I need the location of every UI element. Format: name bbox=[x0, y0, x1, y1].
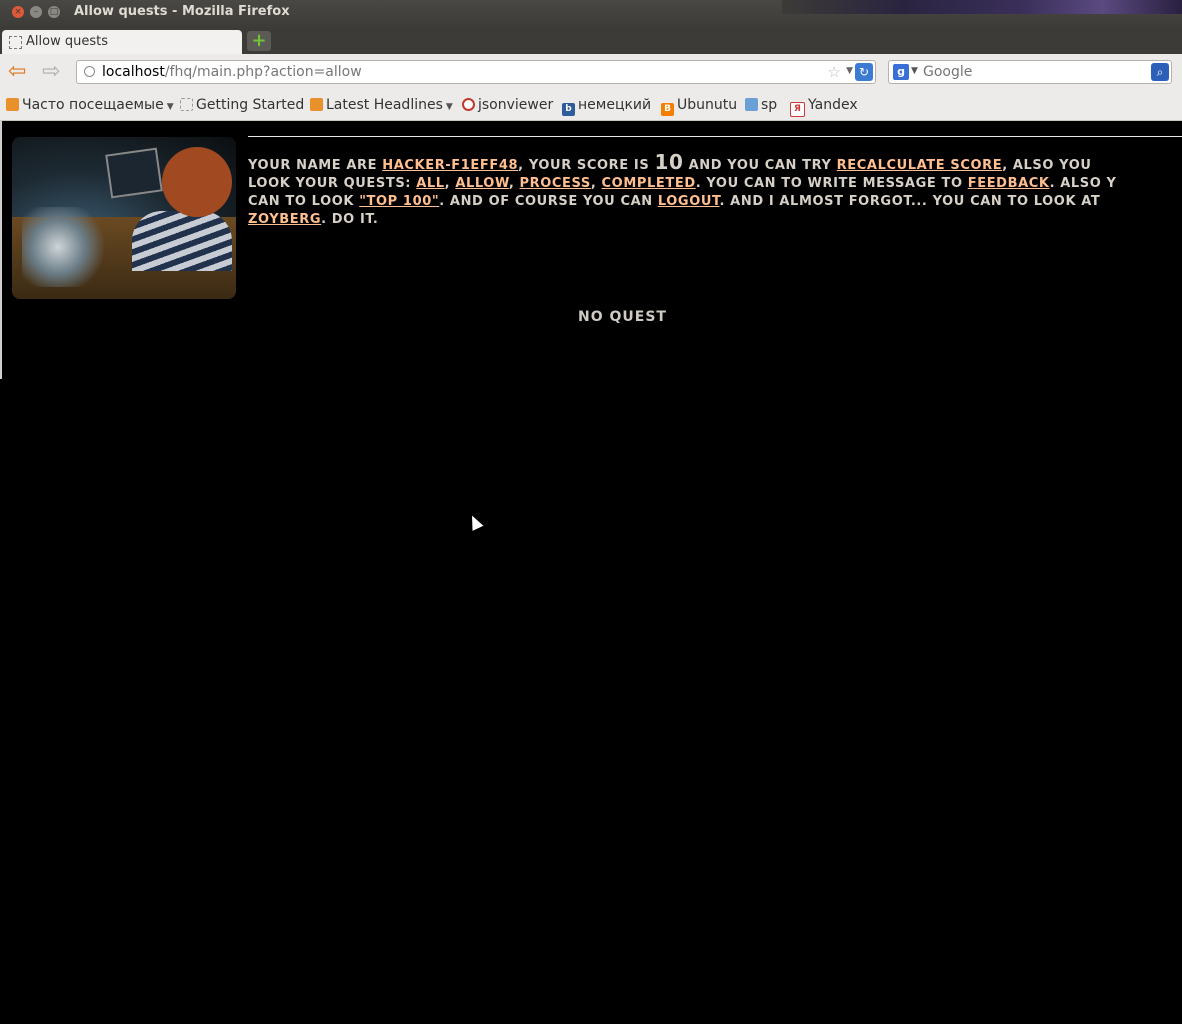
bookmark-label: Latest Headlines bbox=[326, 97, 443, 113]
username-link[interactable]: hacker-f1eff48 bbox=[382, 158, 518, 173]
text: look your quests: bbox=[248, 176, 417, 191]
recalculate-score-link[interactable]: recalculate score bbox=[837, 158, 1003, 173]
chevron-down-icon: ▼ bbox=[445, 102, 453, 112]
bookmark-label: Часто посещаемые bbox=[22, 97, 164, 113]
process-quests-link[interactable]: process bbox=[520, 176, 591, 191]
b-icon: b bbox=[562, 103, 575, 116]
tab-allow-quests[interactable]: Allow quests bbox=[2, 30, 242, 54]
photo-head bbox=[162, 147, 232, 217]
bookmark-sp[interactable]: sp bbox=[745, 97, 777, 113]
new-tab-button[interactable]: + bbox=[247, 31, 271, 51]
feedback-link[interactable]: feedback bbox=[968, 176, 1050, 191]
address-bar[interactable]: localhost/fhq/main.php?action=allow ☆ ▼ … bbox=[76, 60, 876, 84]
all-quests-link[interactable]: all bbox=[416, 176, 444, 191]
tab-label: Allow quests bbox=[26, 34, 108, 49]
history-dropdown-icon[interactable]: ▼ bbox=[846, 66, 853, 76]
text: Your name are bbox=[248, 158, 383, 173]
bookmark-yandex[interactable]: Я Yandex bbox=[790, 97, 858, 117]
page-icon bbox=[180, 98, 193, 111]
maximize-window-button[interactable]: □ bbox=[48, 6, 60, 18]
back-button[interactable]: ⇦ bbox=[8, 61, 26, 83]
text: . You can to write message to bbox=[695, 176, 968, 191]
text: , bbox=[444, 176, 456, 191]
search-icon[interactable]: ⌕ bbox=[1151, 63, 1169, 81]
photo-laptop bbox=[105, 147, 163, 199]
navigation-toolbar: ⇦ ⇨ localhost/fhq/main.php?action=allow … bbox=[0, 54, 1182, 93]
text: . Also y bbox=[1049, 176, 1117, 191]
bookmark-jsonviewer[interactable]: jsonviewer bbox=[462, 97, 553, 113]
completed-quests-link[interactable]: completed bbox=[602, 176, 696, 191]
text: . And I almost forgot... you can to look… bbox=[719, 194, 1101, 209]
url-host: localhost bbox=[102, 64, 165, 80]
chevron-down-icon: ▼ bbox=[166, 102, 174, 112]
minimize-window-button[interactable]: – bbox=[30, 6, 42, 18]
bookmark-star-icon[interactable]: ☆ bbox=[828, 63, 841, 81]
bookmark-label: sp bbox=[761, 97, 778, 113]
bookmark-getting-started[interactable]: Getting Started bbox=[180, 97, 304, 113]
info-line-4: zoyberg. Do it. bbox=[248, 211, 1182, 229]
text: can to look bbox=[248, 194, 360, 209]
yandex-icon: Я bbox=[790, 102, 805, 117]
mouse-cursor bbox=[466, 513, 484, 531]
bookmark-label: Ubunutu bbox=[677, 97, 738, 113]
logout-link[interactable]: logout bbox=[658, 194, 720, 209]
info-line-3: can to look "top 100". And of course you… bbox=[248, 193, 1182, 211]
bookmark-label: немецкий bbox=[578, 97, 652, 113]
window-titlebar: × – □ Allow quests - Mozilla Firefox bbox=[0, 0, 1182, 28]
text: . Do it. bbox=[321, 212, 379, 227]
bookmark-ubunutu[interactable]: B Ubunutu bbox=[661, 97, 737, 116]
window-title: Allow quests - Mozilla Firefox bbox=[74, 4, 290, 19]
info-line-1: Your name are hacker-f1eff48, your score… bbox=[248, 150, 1182, 175]
bookmark-label: Getting Started bbox=[196, 97, 305, 113]
close-window-button[interactable]: × bbox=[12, 6, 24, 18]
allow-quests-link[interactable]: allow bbox=[455, 176, 509, 191]
bookmark-frequent[interactable]: Часто посещаемые ▼ bbox=[6, 97, 174, 113]
globe-icon bbox=[84, 66, 95, 77]
engine-dropdown-icon[interactable]: ▼ bbox=[911, 66, 918, 76]
page-left-edge bbox=[0, 121, 2, 379]
rss-folder-icon bbox=[6, 98, 19, 111]
forward-button[interactable]: ⇨ bbox=[42, 61, 60, 83]
bookmark-nemetsky[interactable]: b немецкий bbox=[562, 97, 651, 116]
url-path: /fhq/main.php?action=allow bbox=[164, 64, 362, 80]
top-100-link[interactable]: "top 100" bbox=[359, 194, 439, 209]
page-content: Your name are hacker-f1eff48, your score… bbox=[0, 121, 1182, 1024]
text: and you can try bbox=[683, 158, 837, 173]
bookmark-label: jsonviewer bbox=[478, 97, 554, 113]
score-value: 10 bbox=[654, 150, 684, 174]
photo-clutter bbox=[22, 207, 112, 287]
jsonviewer-icon bbox=[462, 98, 475, 111]
hacker-photo bbox=[12, 137, 236, 299]
url-text[interactable]: localhost/fhq/main.php?action=allow bbox=[102, 64, 362, 80]
blogger-icon: B bbox=[661, 103, 674, 116]
zoyberg-link[interactable]: zoyberg bbox=[248, 212, 321, 227]
text: , bbox=[590, 176, 602, 191]
sp-icon bbox=[745, 98, 758, 111]
text: , your score is bbox=[518, 158, 655, 173]
text: , bbox=[508, 176, 520, 191]
user-info-text: Your name are hacker-f1eff48, your score… bbox=[248, 150, 1182, 229]
search-bar[interactable]: g ▼ ⌕ bbox=[888, 60, 1172, 84]
bookmark-label: Yandex bbox=[808, 97, 858, 113]
text: . And of course you can bbox=[439, 194, 658, 209]
text: , also you bbox=[1002, 158, 1092, 173]
desktop-background bbox=[782, 0, 1182, 14]
bookmarks-toolbar: Часто посещаемые ▼ Getting Started Latest… bbox=[0, 92, 1182, 121]
reload-button[interactable]: ↻ bbox=[855, 63, 873, 81]
page-icon bbox=[9, 36, 22, 49]
no-quest-message: No Quest bbox=[578, 309, 667, 325]
rss-icon bbox=[310, 98, 323, 111]
photo-shirt bbox=[132, 211, 232, 271]
tab-strip: Allow quests + bbox=[0, 28, 1182, 54]
search-input[interactable] bbox=[923, 63, 1143, 81]
google-icon[interactable]: g bbox=[893, 64, 909, 80]
divider bbox=[248, 136, 1182, 137]
info-line-2: look your quests: all, allow, process, c… bbox=[248, 175, 1182, 193]
bookmark-latest-headlines[interactable]: Latest Headlines ▼ bbox=[310, 97, 453, 113]
